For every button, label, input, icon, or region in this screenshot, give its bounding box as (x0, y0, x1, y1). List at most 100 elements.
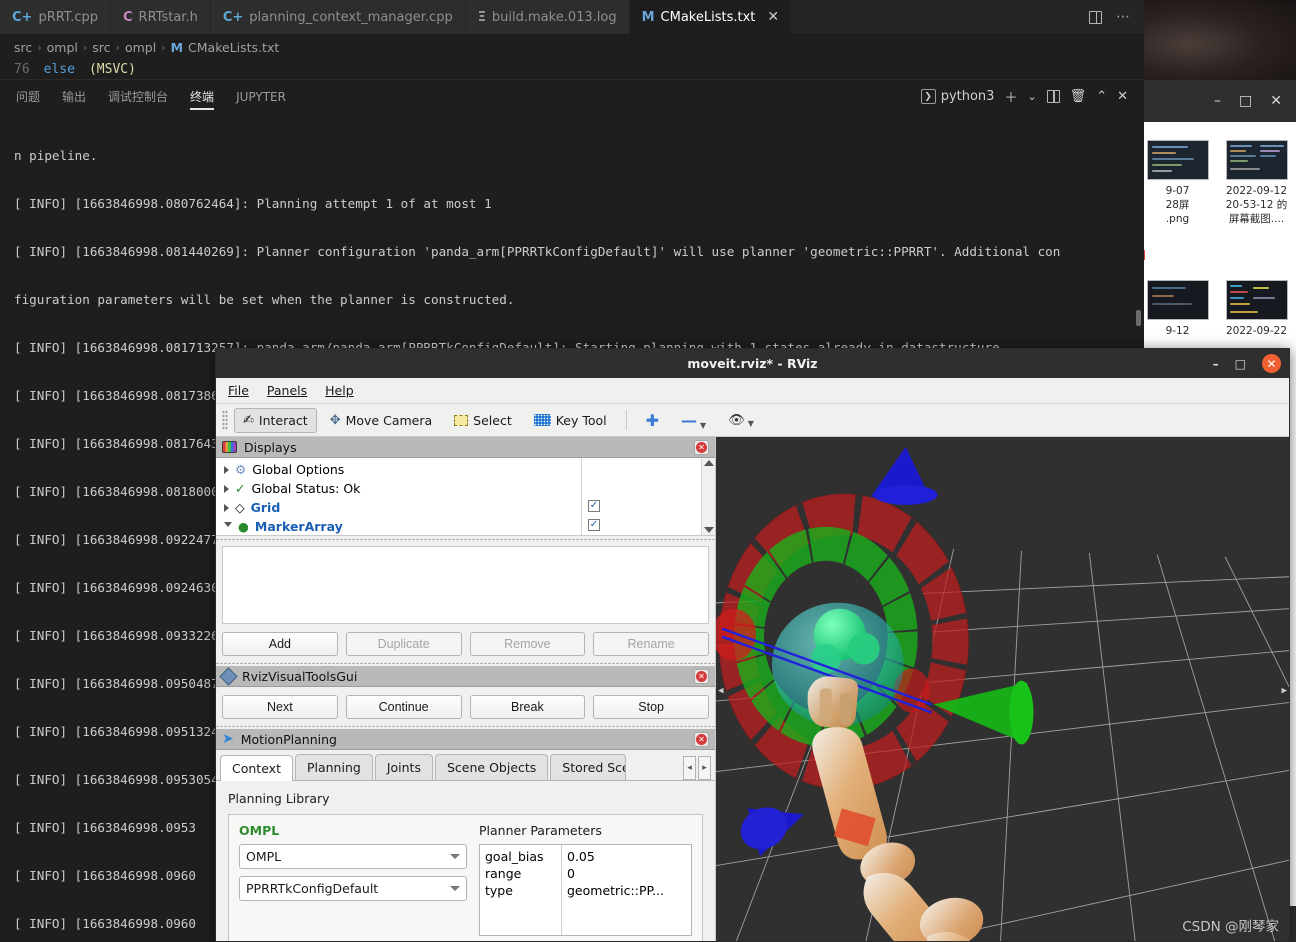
remove-button[interactable]: Remove (469, 632, 586, 656)
display-properties-area[interactable] (222, 546, 709, 624)
parameter-keys: goal_bias range type (480, 845, 562, 935)
displays-tree[interactable]: ⚙ Global Options ✓ Global Status: Ok ◇ G… (216, 458, 715, 536)
split-editor-icon[interactable] (1089, 10, 1102, 24)
minimize-button[interactable]: – (1214, 93, 1221, 109)
panel-tab-problems[interactable]: 问题 (16, 80, 40, 114)
close-button[interactable]: ✕ (1270, 93, 1282, 109)
toolbar-grip[interactable] (222, 410, 228, 430)
editor-tab-prrt-cpp[interactable]: C+ pRRT.cpp (0, 0, 111, 34)
planner-config-value: PPRRTkConfigDefault (246, 881, 379, 896)
close-button[interactable]: ✕ (1262, 354, 1281, 373)
new-terminal-icon[interactable]: ＋ (1004, 87, 1017, 106)
menu-help[interactable]: Help (325, 383, 354, 398)
rviz-3d-viewport[interactable]: ◂ ▸ CSDN @刚琴家 (716, 437, 1289, 942)
display-row-global-options[interactable]: ⚙ Global Options (216, 460, 581, 479)
tab-joints[interactable]: Joints (374, 754, 433, 780)
panel-tab-terminal[interactable]: 终端 (190, 80, 215, 114)
chevron-down-icon[interactable]: ▼ (700, 421, 706, 430)
chevron-right-icon[interactable] (224, 484, 229, 493)
tool-select-button[interactable]: Select (445, 408, 521, 433)
remove-tool-button[interactable]: — ▼ (672, 406, 715, 435)
display-row-global-status[interactable]: ✓ Global Status: Ok (216, 479, 581, 498)
tab-scene-objects[interactable]: Scene Objects (434, 754, 549, 780)
editor-tab-rrtstar-h[interactable]: C RRTstar.h (111, 0, 211, 34)
scroll-up-icon[interactable] (703, 460, 714, 466)
chevron-down-icon[interactable] (224, 522, 232, 531)
breadcrumb-item-ompl2[interactable]: ompl (125, 40, 156, 55)
chevron-down-icon[interactable]: ▼ (748, 419, 754, 428)
terminal-dropdown-icon[interactable]: ⌄ (1027, 90, 1036, 103)
planning-library-select[interactable]: OMPL (239, 844, 467, 869)
tool-properties-button[interactable]: 👁 ▼ (719, 408, 763, 433)
minimize-button[interactable]: – (1213, 357, 1219, 371)
editor-tab-planning-context-manager-cpp[interactable]: C+ planning_context_manager.cpp (210, 0, 466, 34)
terminal-scrollbar[interactable] (1136, 310, 1141, 326)
robot-scene[interactable] (716, 437, 1289, 942)
tool-interact-button[interactable]: ✍ Interact (234, 407, 317, 433)
breadcrumb-item-src[interactable]: src (14, 40, 32, 55)
panel-tab-output[interactable]: 输出 (62, 80, 86, 114)
panel-tab-debug-console[interactable]: 调试控制台 (108, 80, 168, 114)
tab-planning[interactable]: Planning (294, 754, 373, 780)
display-row-markerarray[interactable]: ● MarkerArray (216, 517, 581, 536)
add-tool-button[interactable]: ✚ (637, 406, 668, 435)
display-enabled-checkbox-grid[interactable]: ✓ (588, 499, 600, 512)
displays-splitter[interactable] (216, 536, 715, 542)
tab-scroll-left-icon[interactable]: ◂ (683, 756, 696, 780)
maximize-button[interactable]: □ (1239, 93, 1252, 109)
menu-file[interactable]: File (228, 383, 249, 398)
maximize-button[interactable]: □ (1235, 357, 1246, 371)
file-item[interactable]: 9-07 28屏 .png (1144, 134, 1217, 232)
tool-key-button[interactable]: Key Tool (525, 408, 616, 433)
terminal-shell-selector[interactable]: ❯ python3 (920, 89, 994, 104)
chevron-right-icon[interactable] (224, 465, 229, 474)
breadcrumb-item-ompl[interactable]: ompl (47, 40, 78, 55)
planner-config-select[interactable]: PPRRTkConfigDefault (239, 876, 467, 901)
chevron-right-icon[interactable] (224, 503, 229, 512)
editor-tab-cmakelists-txt[interactable]: M CMakeLists.txt ✕ (629, 0, 793, 34)
parameter-value[interactable]: geometric::PP... (567, 882, 686, 899)
parameter-value[interactable]: 0 (567, 865, 686, 882)
file-item[interactable]: 2022-09-12 20-53-12 的 屏幕截图.... (1217, 134, 1296, 232)
parameter-value[interactable]: 0.05 (567, 848, 686, 865)
close-icon: ✕ (696, 733, 707, 745)
add-button[interactable]: Add (222, 632, 338, 656)
desktop-wallpaper (1144, 0, 1296, 80)
close-visual-tools-panel-button[interactable]: ✕ (694, 668, 709, 684)
kill-terminal-icon[interactable]: 🗑 (1070, 89, 1087, 104)
stop-button[interactable]: Stop (593, 695, 709, 719)
viewport-scroll-left-icon[interactable]: ◂ (718, 684, 724, 697)
break-button[interactable]: Break (469, 695, 586, 719)
breadcrumb-item-src2[interactable]: src (92, 40, 110, 55)
tab-context[interactable]: Context (220, 755, 293, 781)
file-item[interactable]: 9-12 (1144, 274, 1217, 344)
terminal-line: figuration parameters will be set when t… (14, 292, 515, 307)
viewport-scroll-right-icon[interactable]: ▸ (1281, 684, 1287, 697)
continue-button[interactable]: Continue (345, 695, 462, 719)
duplicate-button[interactable]: Duplicate (345, 632, 462, 656)
menu-panels[interactable]: Panels (267, 383, 307, 398)
tool-key-label: Key Tool (555, 412, 607, 428)
tab-stored-scene[interactable]: Stored Scene (550, 754, 627, 780)
tab-scroll-right-icon[interactable]: ▸ (698, 756, 711, 780)
displays-scrollbar[interactable] (701, 458, 715, 535)
rename-button[interactable]: Rename (593, 632, 709, 656)
next-button[interactable]: Next (222, 695, 338, 719)
split-terminal-icon[interactable] (1046, 90, 1060, 103)
planner-parameters-table[interactable]: goal_bias range type 0.05 0 geometric::P… (479, 844, 692, 936)
more-actions-icon[interactable]: ⋯ (1116, 9, 1130, 25)
editor-tab-build-make-log[interactable]: Ξ build.make.013.log (465, 0, 630, 34)
tool-move-camera-button[interactable]: ✥ Move Camera (321, 408, 441, 433)
scroll-down-icon[interactable] (703, 527, 714, 533)
close-icon[interactable]: ✕ (767, 10, 779, 24)
file-item[interactable]: 2022-09-22 (1217, 274, 1296, 344)
close-panel-icon[interactable]: ✕ (1117, 89, 1128, 104)
display-row-grid[interactable]: ◇ Grid (216, 498, 581, 517)
close-motion-planning-panel-button[interactable]: ✕ (694, 731, 709, 747)
panel-tab-jupyter[interactable]: JUPYTER (236, 80, 286, 114)
breadcrumb-item-file[interactable]: CMakeLists.txt (188, 40, 279, 55)
display-enabled-checkbox-markerarray[interactable]: ✓ (588, 518, 600, 531)
maximize-panel-icon[interactable]: ⌃ (1096, 89, 1107, 104)
close-displays-panel-button[interactable]: ✕ (694, 439, 709, 455)
rviz-window-title: moveit.rviz* - RViz (687, 356, 818, 371)
